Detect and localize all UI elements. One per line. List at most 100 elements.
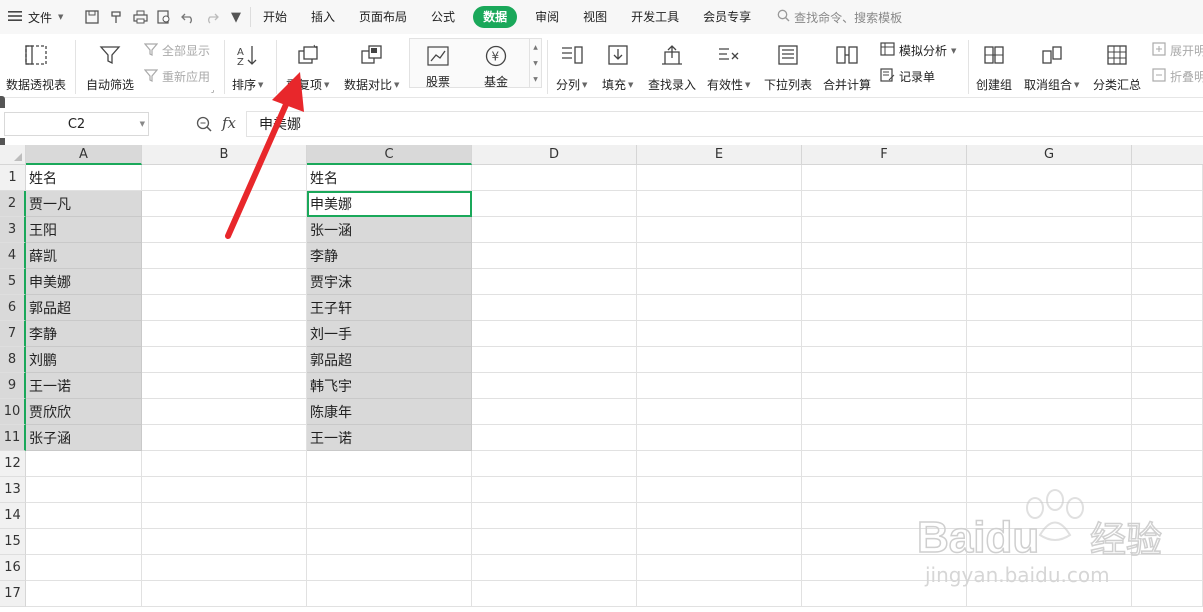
cell-a10[interactable]: 贾欣欣 (26, 399, 142, 425)
row-header[interactable]: 4 (0, 243, 26, 269)
cell-f8[interactable] (802, 347, 967, 373)
cell-g4[interactable] (967, 243, 1132, 269)
cell-f14[interactable] (802, 503, 967, 529)
row-header[interactable]: 9 (0, 373, 26, 399)
show-all-button[interactable]: 全部显示 (143, 42, 210, 59)
ungroup-button[interactable]: 取消组合 ▼ (1024, 38, 1079, 93)
reapply-button[interactable]: 重新应用 (143, 68, 210, 85)
expand-detail-button[interactable]: 展开明 (1152, 42, 1203, 59)
cell-d9[interactable] (472, 373, 637, 399)
consolidate-button[interactable]: 合并计算 (823, 38, 871, 93)
cell-a1[interactable]: 姓名 (26, 165, 142, 191)
collapse-detail-button[interactable]: 折叠明 (1152, 68, 1203, 85)
cell-g5[interactable] (967, 269, 1132, 295)
row-header[interactable]: 17 (0, 581, 26, 607)
undo-icon[interactable] (180, 9, 196, 25)
column-header-f[interactable]: F (802, 145, 967, 165)
cell-e13[interactable] (637, 477, 802, 503)
cell-f10[interactable] (802, 399, 967, 425)
cell-c5[interactable]: 贾宇沫 (307, 269, 472, 295)
cell-h15[interactable] (1132, 529, 1203, 555)
validity-button[interactable]: 有效性 ▼ (707, 38, 750, 93)
cell-h2[interactable] (1132, 191, 1203, 217)
lookup-entry-button[interactable]: 查找录入 (648, 38, 696, 93)
cell-e17[interactable] (637, 581, 802, 607)
zoom-icon[interactable] (196, 116, 212, 135)
tab-data[interactable]: 数据 (473, 6, 518, 28)
row-header[interactable]: 3 (0, 217, 26, 243)
tab-member[interactable]: 会员专享 (691, 6, 763, 28)
customize-toolbar-icon[interactable]: ▼ (228, 9, 244, 25)
cell-h11[interactable] (1132, 425, 1203, 451)
cell-c15[interactable] (307, 529, 472, 555)
cell-h5[interactable] (1132, 269, 1203, 295)
cell-d12[interactable] (472, 451, 637, 477)
cell-e3[interactable] (637, 217, 802, 243)
cell-a13[interactable] (26, 477, 142, 503)
row-header[interactable]: 15 (0, 529, 26, 555)
row-header[interactable]: 8 (0, 347, 26, 373)
cell-d15[interactable] (472, 529, 637, 555)
cell-d4[interactable] (472, 243, 637, 269)
cell-a12[interactable] (26, 451, 142, 477)
cell-g8[interactable] (967, 347, 1132, 373)
cell-f1[interactable] (802, 165, 967, 191)
cell-g12[interactable] (967, 451, 1132, 477)
cell-a8[interactable]: 刘鹏 (26, 347, 142, 373)
file-menu[interactable]: 文件 ▼ (0, 9, 78, 26)
row-header[interactable]: 12 (0, 451, 26, 477)
create-group-button[interactable]: 创建组 (976, 38, 1012, 93)
cell-c8[interactable]: 郭品超 (307, 347, 472, 373)
cell-g14[interactable] (967, 503, 1132, 529)
print-icon[interactable] (132, 9, 148, 25)
cell-d11[interactable] (472, 425, 637, 451)
what-if-analysis-button[interactable]: 模拟分析 ▼ (880, 42, 956, 59)
cell-e4[interactable] (637, 243, 802, 269)
cell-a6[interactable]: 郭品超 (26, 295, 142, 321)
cell-f11[interactable] (802, 425, 967, 451)
cell-h7[interactable] (1132, 321, 1203, 347)
format-painter-icon[interactable] (108, 9, 124, 25)
cell-c2[interactable]: 申美娜 (307, 191, 472, 217)
cell-d7[interactable] (472, 321, 637, 347)
cell-d5[interactable] (472, 269, 637, 295)
cell-b10[interactable] (142, 399, 307, 425)
cell-g16[interactable] (967, 555, 1132, 581)
cell-e7[interactable] (637, 321, 802, 347)
row-header[interactable]: 13 (0, 477, 26, 503)
cell-c13[interactable] (307, 477, 472, 503)
chevron-down-icon[interactable]: ▼ (140, 120, 145, 128)
cell-h16[interactable] (1132, 555, 1203, 581)
column-header-d[interactable]: D (472, 145, 637, 165)
cell-g13[interactable] (967, 477, 1132, 503)
cell-a11[interactable]: 张子涵 (26, 425, 142, 451)
subtotal-button[interactable]: 分类汇总 (1093, 38, 1141, 93)
name-box[interactable]: C2 ▼ (4, 112, 149, 136)
sort-button[interactable]: AZ 排序 ▼ (232, 38, 263, 93)
duplicates-button[interactable]: 重复项 ▼ (286, 38, 329, 93)
gallery-scroll[interactable]: ▲ ▼ ▼ (529, 39, 541, 87)
cell-c6[interactable]: 王子轩 (307, 295, 472, 321)
cell-e11[interactable] (637, 425, 802, 451)
cell-e12[interactable] (637, 451, 802, 477)
cell-a17[interactable] (26, 581, 142, 607)
column-header-a[interactable]: A (26, 145, 142, 165)
cell-d17[interactable] (472, 581, 637, 607)
row-header[interactable]: 1 (0, 165, 26, 191)
cell-c12[interactable] (307, 451, 472, 477)
cell-c7[interactable]: 刘一手 (307, 321, 472, 347)
cell-g2[interactable] (967, 191, 1132, 217)
column-header-c[interactable]: C (307, 145, 472, 165)
fill-button[interactable]: 填充 ▼ (602, 38, 633, 93)
tab-formulas[interactable]: 公式 (419, 6, 467, 28)
row-header[interactable]: 14 (0, 503, 26, 529)
command-search[interactable]: 查找命令、搜索模板 (777, 9, 902, 26)
cell-g7[interactable] (967, 321, 1132, 347)
cell-e15[interactable] (637, 529, 802, 555)
pivot-table-button[interactable]: 数据透视表 (6, 38, 66, 93)
cell-b14[interactable] (142, 503, 307, 529)
redo-icon[interactable] (204, 9, 220, 25)
cell-c14[interactable] (307, 503, 472, 529)
cell-b16[interactable] (142, 555, 307, 581)
cell-h8[interactable] (1132, 347, 1203, 373)
